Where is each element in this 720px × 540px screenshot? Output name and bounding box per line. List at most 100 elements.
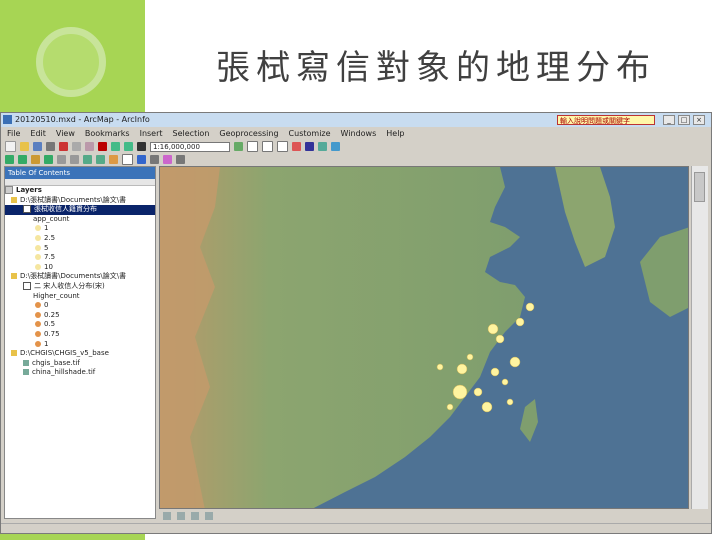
toc-row-selected[interactable]: 張栻收信人籍貫分布 [5, 205, 155, 215]
data-view-icon[interactable] [163, 512, 171, 520]
pause-drawing-icon[interactable] [205, 512, 213, 520]
toc-window-icon[interactable] [247, 141, 258, 152]
refresh-icon[interactable] [191, 512, 199, 520]
pan-icon[interactable] [31, 155, 40, 164]
python-icon[interactable] [305, 142, 314, 151]
layout-view-icon[interactable] [177, 512, 185, 520]
full-extent-icon[interactable] [44, 155, 53, 164]
toc-row-field[interactable]: Higher_count [5, 292, 155, 302]
toc-row-folder[interactable]: D:\CHGIS\CHGIS_v5_base [5, 349, 155, 359]
toc-row-folder[interactable]: D:\張栻讀書\Documents\論文\書 [5, 196, 155, 206]
toc-row-label: D:\CHGIS\CHGIS_v5_base [20, 349, 109, 358]
toc-row-field[interactable]: app_count [5, 215, 155, 225]
slide-title: 張栻寫信對象的地理分布 [216, 48, 656, 88]
toc-tabs[interactable] [5, 179, 155, 186]
zoom-icon[interactable] [5, 155, 14, 164]
toc-row-raster[interactable]: china_hillshade.tif [5, 368, 155, 378]
toc-row-label: 0.25 [44, 310, 60, 319]
measure-icon[interactable] [163, 155, 172, 164]
close-button[interactable]: × [693, 115, 705, 125]
redo-icon[interactable] [124, 142, 133, 151]
copy-icon[interactable] [72, 142, 81, 151]
toc-row-label: D:\張栻讀書\Documents\論文\書 [20, 272, 127, 281]
scrollbar-thumb[interactable] [694, 172, 705, 202]
toc-row-folder[interactable]: D:\張栻讀書\Documents\論文\書 [5, 272, 155, 282]
menu-help[interactable]: Help [386, 127, 404, 140]
new-icon[interactable] [5, 141, 16, 152]
toc-row-layer[interactable]: 二 宋人收信人分布(宋) [5, 281, 155, 292]
search-window-icon[interactable] [277, 141, 288, 152]
menu-file[interactable]: File [7, 127, 20, 140]
toc-layer-list: D:\張栻讀書\Documents\論文\書 張栻收信人籍貫分布 app_count… [5, 196, 155, 378]
toc-row-legend[interactable]: 10 [5, 263, 155, 273]
select-elements-icon[interactable] [122, 154, 133, 165]
menu-windows[interactable]: Windows [341, 127, 377, 140]
menu-geoprocessing[interactable]: Geoprocessing [219, 127, 278, 140]
add-data-icon[interactable] [137, 142, 146, 151]
toc-row-legend[interactable]: 5 [5, 244, 155, 254]
toc-row-legend[interactable]: 1 [5, 224, 155, 234]
toc-row-legend[interactable]: 0.5 [5, 320, 155, 330]
cut-icon[interactable] [59, 142, 68, 151]
help-icon[interactable] [331, 142, 340, 151]
menu-customize[interactable]: Customize [289, 127, 331, 140]
undo-icon[interactable] [111, 142, 120, 151]
toc-row-label: china_hillshade.tif [32, 368, 96, 377]
toc-row-legend[interactable]: 1 [5, 340, 155, 350]
map-vertical-scrollbar[interactable] [691, 166, 708, 509]
modelbuilder-icon[interactable] [318, 142, 327, 151]
delete-icon[interactable] [98, 142, 107, 151]
find-icon[interactable] [176, 155, 185, 164]
raster-icon[interactable] [23, 369, 29, 376]
layer-icon[interactable] [23, 205, 31, 214]
fixed-zoom-out-icon[interactable] [70, 155, 79, 164]
map-scale-field[interactable]: 1:16,000,000 [150, 141, 230, 152]
menu-bar: File Edit View Bookmarks Insert Selectio… [1, 127, 711, 140]
menu-edit[interactable]: Edit [30, 127, 46, 140]
toc-root-layers[interactable]: Layers [5, 186, 155, 196]
help-search-box[interactable]: 輸入說明問題或關鍵字 [557, 115, 655, 125]
editor-icon[interactable] [234, 142, 243, 151]
back-extent-icon[interactable] [83, 155, 92, 164]
save-icon[interactable] [33, 142, 42, 151]
menu-insert[interactable]: Insert [140, 127, 163, 140]
folder-icon[interactable] [11, 273, 17, 280]
legend-swatch-icon [35, 321, 41, 328]
toc-row-legend[interactable]: 2.5 [5, 234, 155, 244]
raster-icon[interactable] [23, 359, 29, 366]
folder-icon[interactable] [11, 350, 17, 357]
arctoolbox-icon[interactable] [292, 142, 301, 151]
minimize-button[interactable]: _ [663, 115, 675, 125]
layer-icon[interactable] [23, 281, 31, 290]
select-features-icon[interactable] [109, 155, 118, 164]
toc-row-label: 0.5 [44, 320, 56, 329]
menu-view[interactable]: View [56, 127, 75, 140]
menu-selection[interactable]: Selection [173, 127, 210, 140]
paste-icon[interactable] [85, 142, 94, 151]
toc-row-label: 7.5 [44, 253, 56, 262]
forward-extent-icon[interactable] [96, 155, 105, 164]
hyperlink-icon[interactable] [150, 155, 159, 164]
menu-bookmarks[interactable]: Bookmarks [85, 127, 130, 140]
folder-icon[interactable] [11, 196, 17, 203]
legend-swatch-icon [35, 330, 41, 337]
toc-row-legend[interactable]: 7.5 [5, 253, 155, 263]
toc-row-legend[interactable]: 0 [5, 301, 155, 311]
toc-row-legend[interactable]: 0.25 [5, 311, 155, 321]
toc-row-label: app_count [33, 214, 70, 223]
tools-toolbar [1, 153, 711, 166]
map-canvas[interactable] [160, 167, 689, 509]
recipient-point [446, 403, 454, 411]
maximize-button[interactable]: □ [678, 115, 690, 125]
identify-icon[interactable] [137, 155, 146, 164]
toc-row-label: Higher_count [33, 291, 80, 300]
toc-row-legend[interactable]: 0.75 [5, 330, 155, 340]
toc-row-raster[interactable]: chgis_base.tif [5, 359, 155, 369]
open-icon[interactable] [20, 142, 29, 151]
catalog-icon[interactable] [262, 141, 273, 152]
map-display[interactable] [159, 166, 689, 509]
zoom-out-icon[interactable] [18, 155, 27, 164]
print-icon[interactable] [46, 142, 55, 151]
fixed-zoom-in-icon[interactable] [57, 155, 66, 164]
recipient-point [487, 323, 499, 335]
